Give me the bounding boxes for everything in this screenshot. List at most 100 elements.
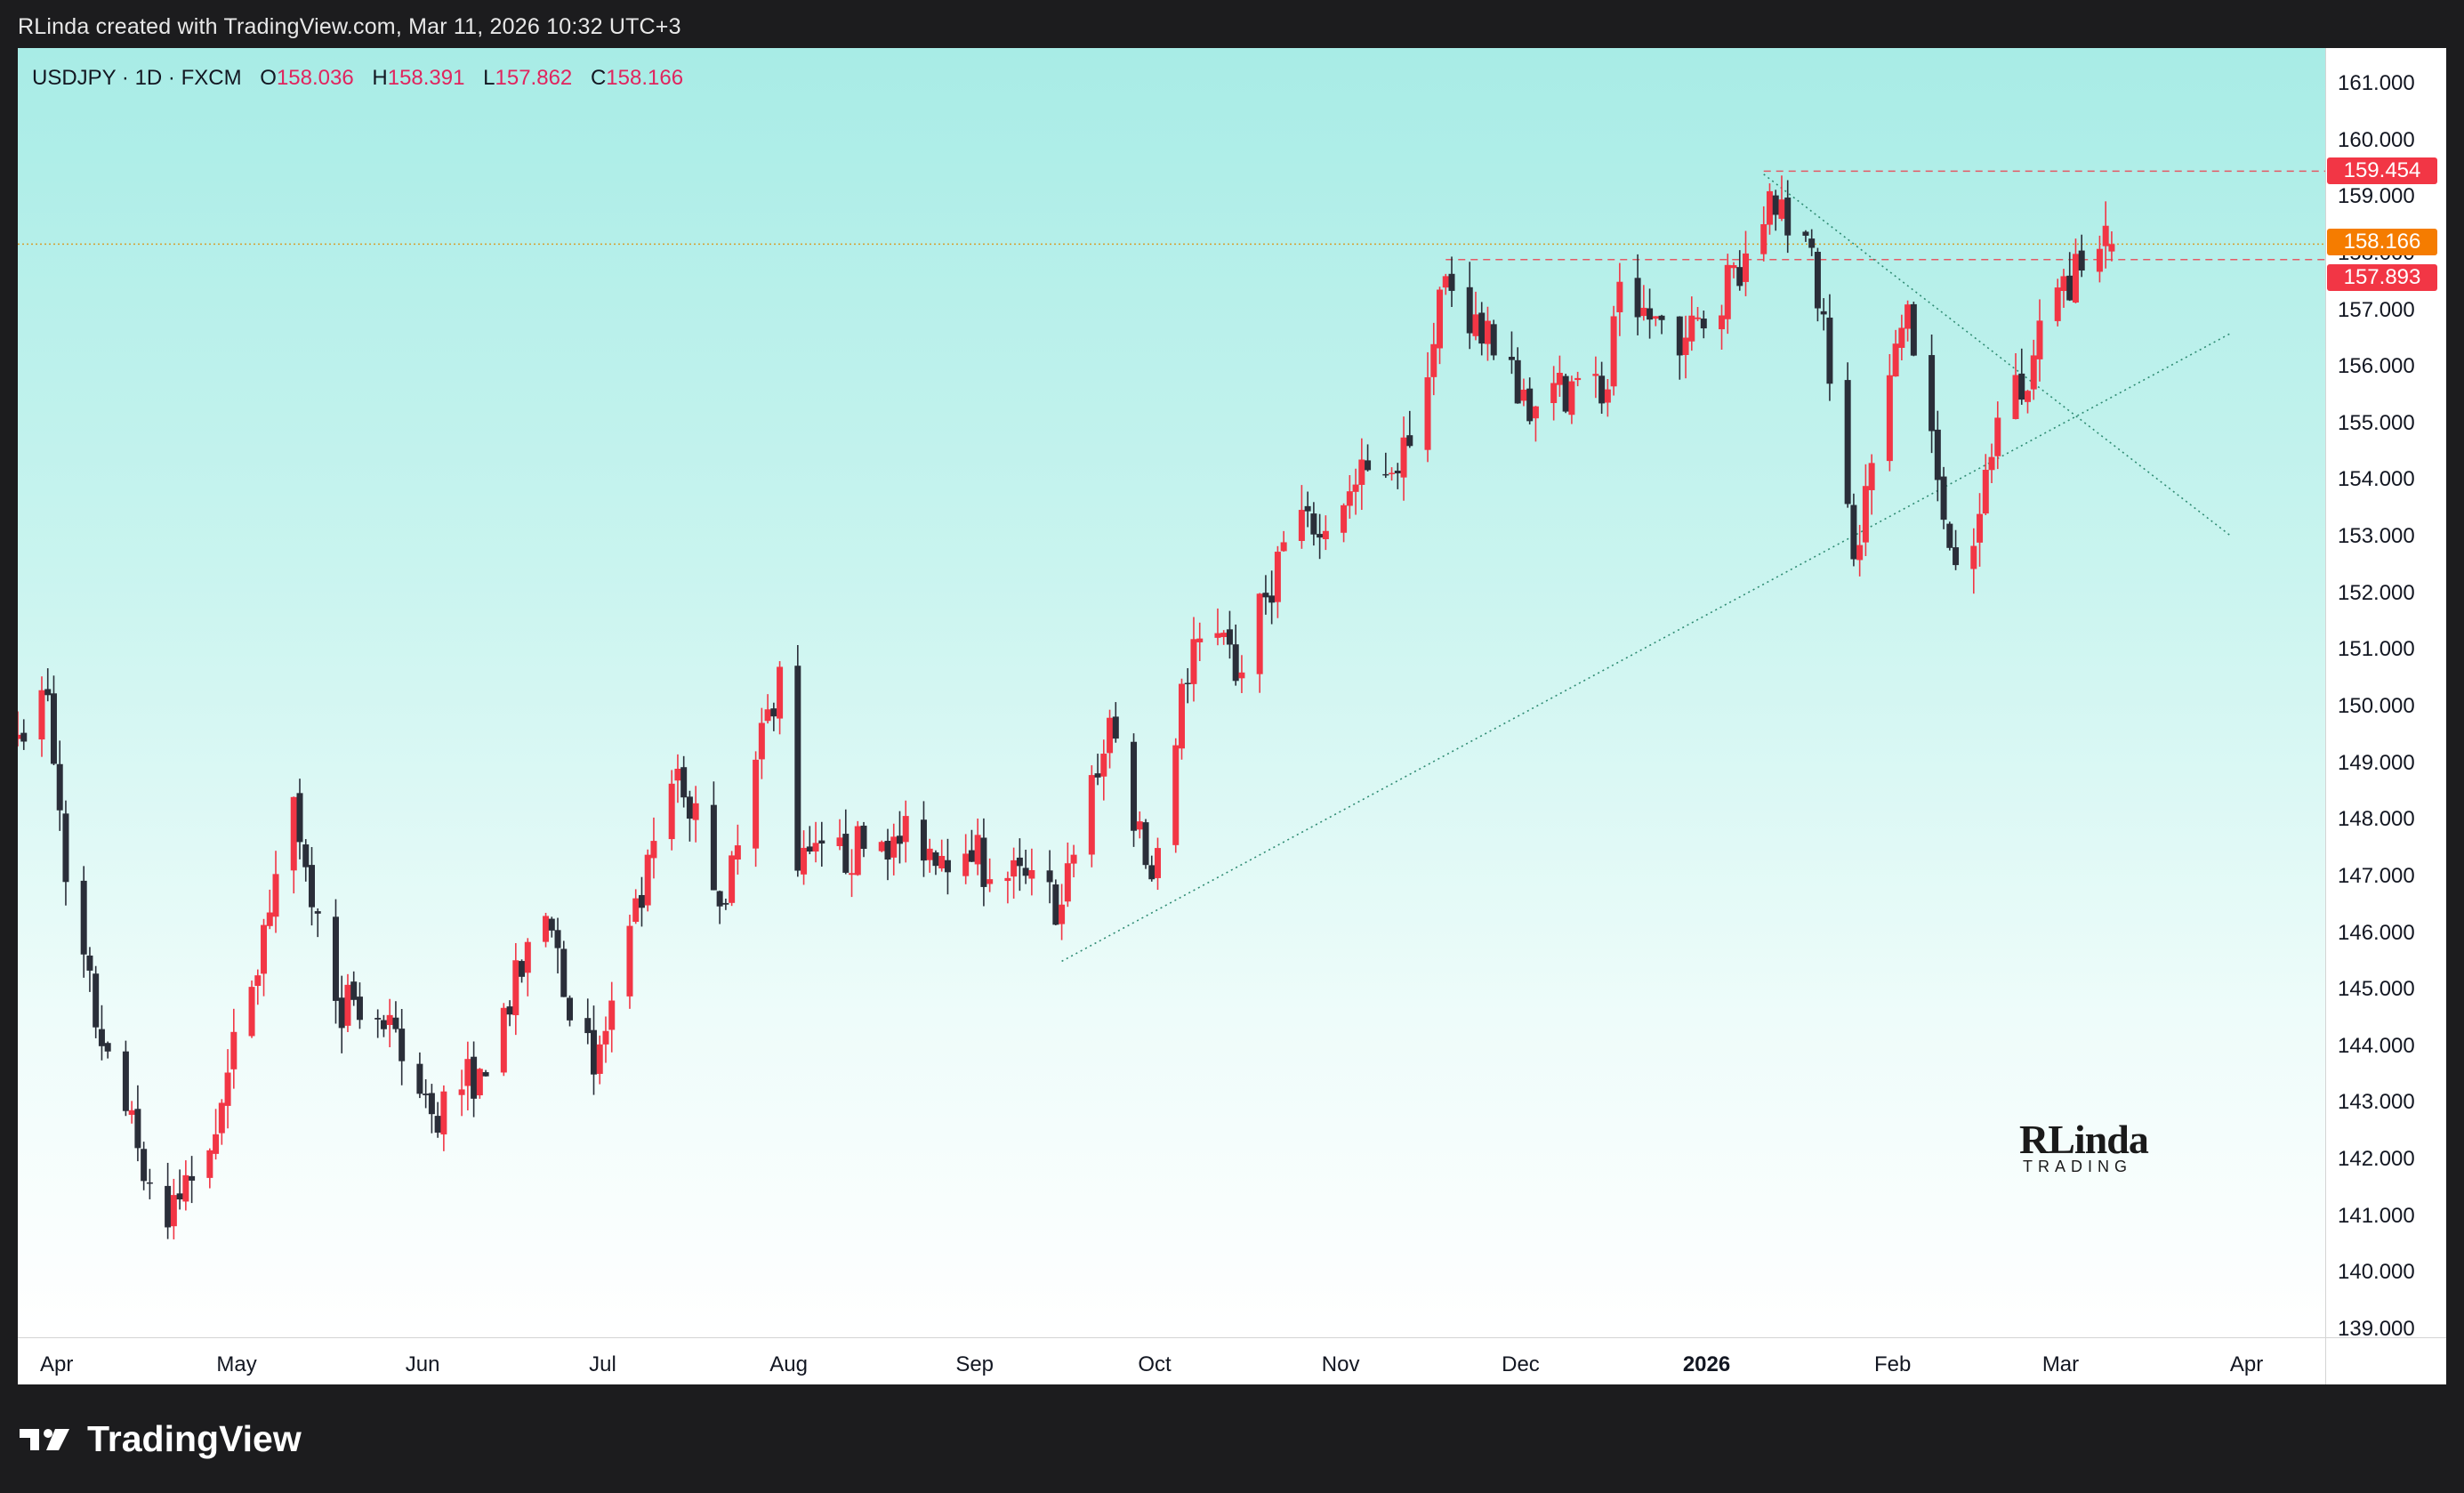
candle-body [254,975,262,987]
candle-body [1772,195,1779,215]
candle-body [1598,375,1606,404]
candle-body [218,1102,225,1134]
time-axis-divider [18,1337,2446,1338]
candle-body [314,911,321,914]
tradingview-footer-logo[interactable]: TradingView [20,1418,302,1460]
candle-body [1550,383,1558,404]
candle-body [2096,248,2103,272]
candle-body [1886,375,1893,462]
candle-body [1940,476,1947,521]
candle-body [2060,276,2067,291]
candle-body [644,854,651,906]
time-axis-label: Jul [589,1352,616,1376]
candle-body [2036,320,2043,359]
low-value: 157.862 [495,66,573,90]
candle-body [1520,389,1527,401]
candle-body [128,1110,135,1115]
candle-body [2025,391,2032,402]
symbol-label: USDJPY · 1D · FXCM [32,66,242,90]
candle-body [20,732,28,742]
high-value: 158.391 [387,66,465,90]
candle-body [1988,456,1995,471]
candle-body [1298,510,1305,541]
candle-body [638,894,645,908]
time-axis-label: Oct [1138,1352,1172,1376]
candle-body [1898,327,1905,348]
candle-body [302,844,310,868]
candle-body [1262,593,1269,598]
tradingview-brand-text: TradingView [87,1418,302,1459]
candle-body [1155,848,1162,878]
price-tag-current: 158.166 [2327,229,2437,256]
candle-body [543,916,550,942]
candle-body [1695,317,1702,319]
candle-body [1652,316,1659,319]
candle-body [632,898,640,923]
candle-body [818,840,825,844]
candle-body [1184,682,1191,685]
candle-body [230,1031,238,1069]
candle-body [1382,473,1389,476]
candle-body [134,1109,141,1149]
candle-body [674,769,681,781]
time-axis-label: Mar [2041,1352,2080,1376]
candle-body [1172,745,1180,845]
candle-body [1304,505,1311,512]
candle-body [1196,638,1204,642]
candle-body [1736,267,1743,286]
candle-body [1970,545,1977,569]
candle-body [626,925,633,997]
descending-trendline [1763,174,2233,537]
candle-body [1400,437,1407,478]
candle-body [44,689,52,696]
candle-body [902,816,909,843]
candle-body [878,842,885,851]
candle-body [1700,319,1707,329]
candle-body [1346,491,1353,506]
open-value: 158.036 [276,66,354,90]
candlestick-chart[interactable] [18,48,2325,1337]
candle-body [650,841,657,859]
candle-body [2066,275,2073,301]
candle-body [266,912,273,926]
time-axis-label: Feb [1873,1352,1912,1376]
candle-body [332,916,339,1001]
candle-body [1562,375,1569,412]
candle-body [806,846,813,852]
candle-body [842,834,850,873]
candle-body [93,973,100,1028]
candle-body [141,1149,148,1182]
candle-body [596,1044,603,1074]
time-axis-label: 2026 [1682,1352,1731,1376]
candle-body [890,836,898,858]
candle-body [1238,672,1245,679]
candle-body [423,1094,430,1095]
time-axis-background [18,1337,2325,1384]
candle-body [926,848,933,860]
candle-body [692,803,699,820]
candle-body [2078,250,2085,270]
candle-body [428,1093,435,1115]
candle-body [554,930,561,948]
candle-body [944,859,951,873]
candle-body [1682,337,1689,355]
candle-body [777,666,784,719]
candle-body [1676,316,1683,356]
candle-body [1526,388,1534,422]
candle-body [1268,595,1276,603]
candle-body [1448,273,1455,291]
candle-body [392,1017,399,1029]
candle-body [1868,463,1875,490]
candle-body [686,796,693,819]
candle-body [1214,633,1221,638]
candle-body [1478,312,1486,344]
price-tag-resistance-low: 157.893 [2327,263,2437,291]
candle-body [1982,470,1989,514]
candle-body [176,1193,183,1200]
candle-body [464,1059,471,1086]
chart-frame[interactable]: USDJPY · 1D · FXCM O158.036 H158.391 L15… [18,48,2446,1384]
candle-body [1604,389,1611,403]
candle-body [512,960,519,1015]
candle-body [440,1091,447,1134]
candle-body [1778,199,1785,219]
